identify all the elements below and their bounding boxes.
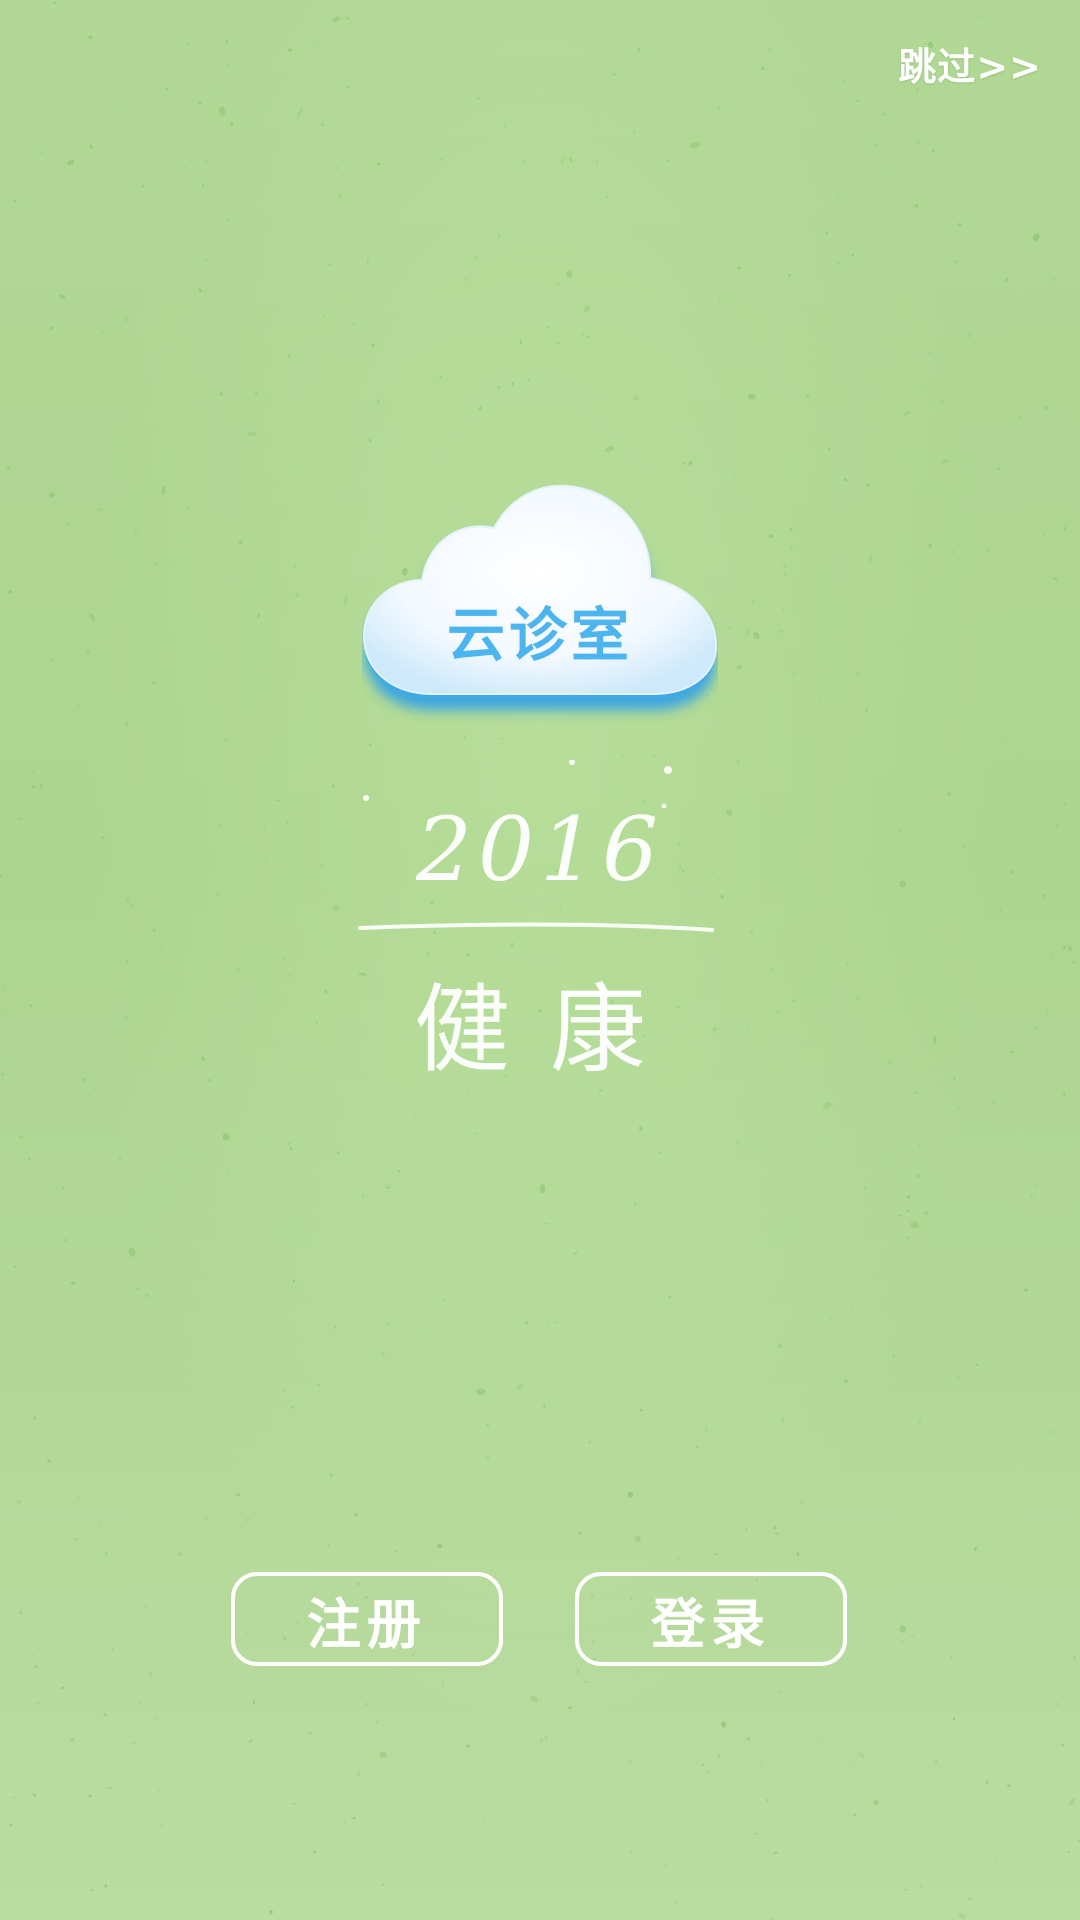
year-label: 2016 — [416, 798, 664, 901]
skip-button[interactable]: 跳过>> — [898, 36, 1042, 91]
slogan: 2016 健康 — [350, 760, 730, 1100]
app-name: 云诊室 — [446, 601, 633, 669]
login-button[interactable]: 登录 — [575, 1572, 847, 1666]
register-button[interactable]: 注册 — [231, 1572, 503, 1666]
health-label: 健康 — [414, 974, 686, 1086]
app-logo: 云诊室 — [362, 480, 718, 750]
splash-screen: 跳过>> 云诊室 2016 健康 注册 登录 — [0, 0, 1080, 1920]
